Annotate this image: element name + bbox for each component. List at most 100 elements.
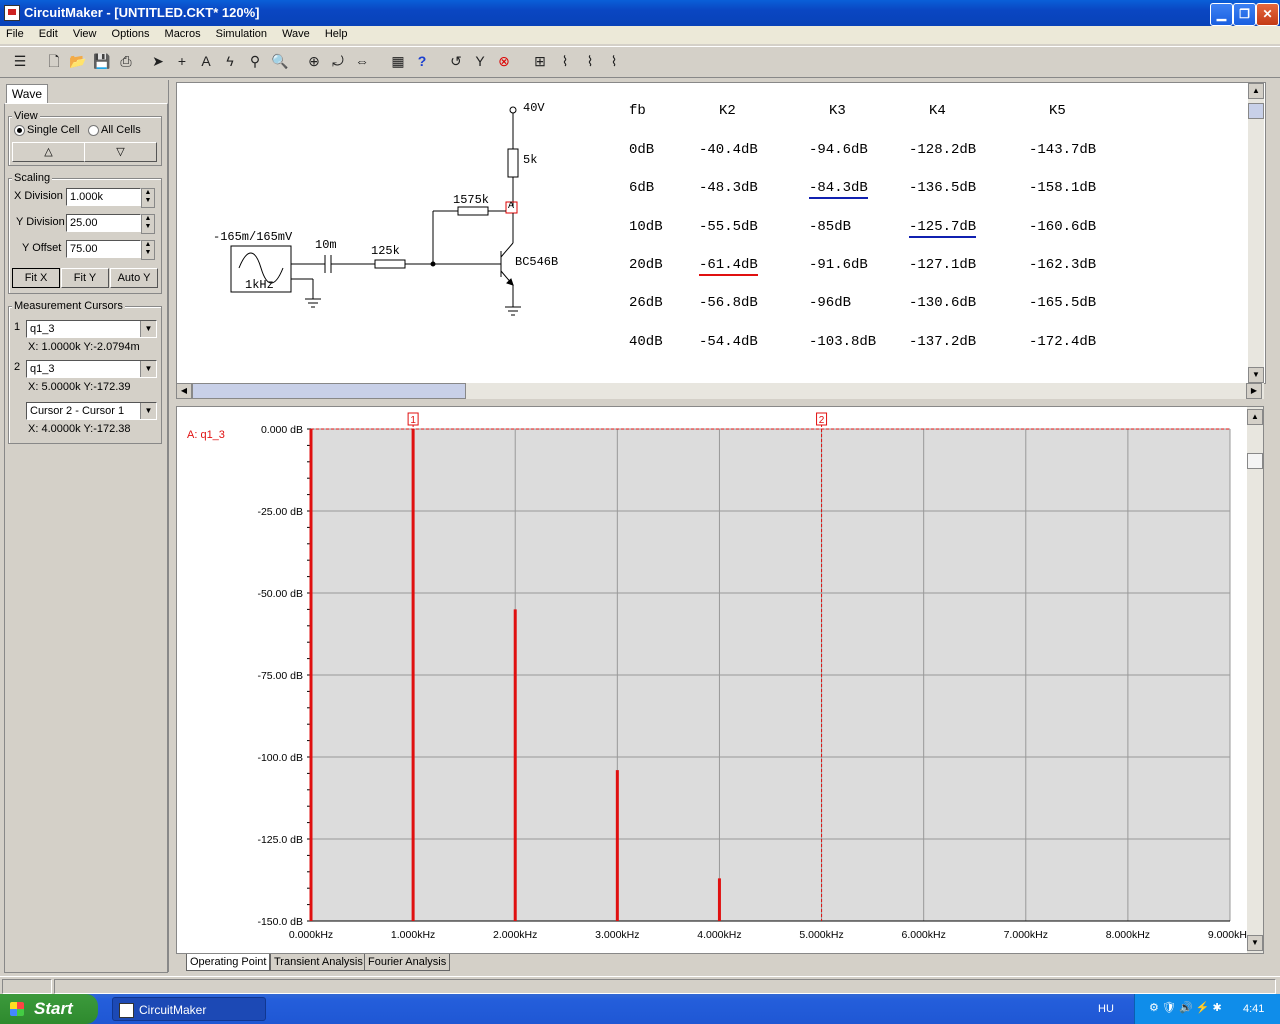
- wave-vscroll[interactable]: ▲ ▼: [1247, 407, 1263, 953]
- minimize-button[interactable]: ▁: [1210, 3, 1233, 26]
- analysis1-icon[interactable]: ⌇: [555, 51, 575, 71]
- menu-wave[interactable]: Wave: [276, 26, 316, 42]
- table-cell: -127.1dB: [909, 257, 977, 273]
- up-button[interactable]: △: [12, 142, 85, 162]
- step-icon[interactable]: Y: [470, 51, 490, 71]
- x-division-spinner[interactable]: ▲ ▼: [141, 188, 155, 208]
- auto-y-button[interactable]: Auto Y: [110, 268, 158, 288]
- taskbar: Start CircuitMaker HU ⚙ 🛡 🔊 ⚡ ✱ 4:41: [0, 994, 1280, 1024]
- new-file-icon[interactable]: 🗋: [44, 51, 64, 71]
- probe-icon[interactable]: ⚲: [245, 51, 265, 71]
- cursor2-readout: X: 5.0000k Y:-172.39: [28, 381, 131, 393]
- tab-operating-point[interactable]: Operating Point: [186, 954, 271, 971]
- print-icon[interactable]: ⎙: [116, 51, 136, 71]
- schematic-hscroll[interactable]: ◀ ▶: [176, 383, 1264, 399]
- schematic-canvas[interactable]: 40V 5k 1575k A BC546B 10m 125k -165m/165…: [176, 82, 1266, 384]
- help-icon[interactable]: ?: [412, 51, 432, 71]
- restore-button[interactable]: ❐: [1233, 3, 1256, 26]
- arrow-tool-icon[interactable]: ➤: [148, 51, 168, 71]
- panel-toggle-icon[interactable]: ☰: [10, 51, 30, 71]
- table-cell: -84.3dB: [809, 180, 868, 199]
- cursor1-select[interactable]: q1_3 ▼: [26, 320, 157, 338]
- table-header-k2: K2: [719, 103, 736, 119]
- window-title: CircuitMaker - [UNTITLED.CKT* 120%]: [24, 5, 260, 20]
- cursor-diff-select[interactable]: Cursor 2 - Cursor 1 ▼: [26, 402, 157, 420]
- chevron-down-icon: ▼: [1248, 367, 1264, 383]
- vcc-label: 40V: [523, 101, 545, 115]
- menu-macros[interactable]: Macros: [159, 26, 207, 42]
- table-cell: -130.6dB: [909, 295, 977, 311]
- cursor-label: 1: [410, 415, 416, 426]
- stop-icon[interactable]: ⊗: [494, 51, 514, 71]
- x-tick-label: 2.000kHz: [493, 929, 537, 941]
- table-header-k4: K4: [929, 103, 946, 119]
- close-button[interactable]: ✕: [1256, 3, 1279, 26]
- y-offset-spinner[interactable]: ▲ ▼: [141, 240, 155, 260]
- load-resistor-label: 5k: [523, 153, 538, 167]
- x-division-field[interactable]: 1.000k: [66, 188, 141, 206]
- table-cell: -55.5dB: [699, 219, 758, 235]
- table-cell: -103.8dB: [809, 334, 877, 350]
- analysis2-icon[interactable]: ⌇: [580, 51, 600, 71]
- waveform-display[interactable]: A: q1_3 0.000kHz 1.000kHz 2.000kHz 3.000kHz…: [176, 406, 1264, 954]
- scroll-thumb: [1248, 103, 1264, 119]
- analysis3-icon[interactable]: ⌇: [604, 51, 624, 71]
- x-tick-label: 1.000kHz: [391, 929, 435, 941]
- menu-view[interactable]: View: [67, 26, 103, 42]
- menu-help[interactable]: Help: [319, 26, 354, 42]
- text-tool-icon[interactable]: A: [196, 51, 216, 71]
- table-cell: -162.3dB: [1029, 257, 1097, 273]
- reset-icon[interactable]: ↺: [446, 51, 466, 71]
- zoom-icon[interactable]: 🔍: [270, 51, 290, 71]
- y-division-field[interactable]: 25.00: [66, 214, 141, 232]
- y-division-label: Y Division: [16, 216, 65, 228]
- lightning-icon[interactable]: ϟ: [220, 51, 240, 71]
- all-cells-radio[interactable]: All Cells: [88, 124, 141, 136]
- open-folder-icon[interactable]: 📂: [68, 51, 88, 71]
- y-offset-label: Y Offset: [22, 242, 62, 254]
- tab-wave[interactable]: Wave: [6, 84, 48, 103]
- tab-transient-analysis[interactable]: Transient Analysis: [270, 954, 367, 971]
- menu-file[interactable]: File: [0, 26, 30, 42]
- table-cell: -160.6dB: [1029, 219, 1097, 235]
- x-tick-label: 3.000kHz: [595, 929, 639, 941]
- single-cell-radio[interactable]: Single Cell: [14, 124, 80, 136]
- mirror-icon[interactable]: ⇔: [352, 51, 372, 71]
- zoom-fit-icon[interactable]: ⊕: [304, 51, 324, 71]
- fit-y-button[interactable]: Fit Y: [61, 268, 109, 288]
- y-division-spinner[interactable]: ▲ ▼: [141, 214, 155, 234]
- schematic-vscroll[interactable]: ▲ ▼: [1248, 83, 1264, 383]
- y-tick-label: 0.000 dB: [261, 424, 303, 436]
- tray-icons[interactable]: ⚙ 🛡 🔊 ⚡ ✱: [1149, 1001, 1222, 1014]
- wave-panel: Wave View Single Cell All Cells △ ▽ Scal…: [2, 80, 169, 973]
- y-tick-label: -75.00 dB: [257, 670, 303, 682]
- menu-bar: File Edit View Options Macros Simulation…: [0, 26, 1280, 44]
- y-offset-field[interactable]: 75.00: [66, 240, 141, 258]
- down-button[interactable]: ▽: [84, 142, 157, 162]
- x-tick-label: 5.000kHz: [799, 929, 843, 941]
- cursor2-select[interactable]: q1_3 ▼: [26, 360, 157, 378]
- parts-icon[interactable]: ▦: [388, 51, 408, 71]
- wave-window-icon[interactable]: ⊞: [530, 51, 550, 71]
- menu-options[interactable]: Options: [106, 26, 156, 42]
- x-tick-label: 6.000kHz: [901, 929, 945, 941]
- table-cell: 20dB: [629, 257, 663, 273]
- tab-fourier-analysis[interactable]: Fourier Analysis: [364, 954, 451, 971]
- table-cell: -56.8dB: [699, 295, 758, 311]
- rotate-icon[interactable]: ⤾: [328, 51, 348, 71]
- table-cell: -136.5dB: [909, 180, 977, 196]
- table-cell: 26dB: [629, 295, 663, 311]
- language-indicator[interactable]: HU: [1098, 1003, 1114, 1015]
- taskbar-item-circuitmaker[interactable]: CircuitMaker: [112, 997, 266, 1021]
- menu-simulation[interactable]: Simulation: [210, 26, 273, 42]
- table-cell: -91.6dB: [809, 257, 868, 273]
- x-tick-label: 9.000kHz: [1208, 929, 1247, 941]
- save-icon[interactable]: 💾: [92, 51, 112, 71]
- table-header-k3: K3: [829, 103, 846, 119]
- fit-x-button[interactable]: Fit X: [12, 268, 60, 288]
- wire-tool-icon[interactable]: +: [172, 51, 192, 71]
- start-button[interactable]: Start: [0, 994, 98, 1024]
- transistor-label: BC546B: [515, 255, 559, 269]
- menu-edit[interactable]: Edit: [33, 26, 64, 42]
- source-frequency-label: 1kHz: [245, 278, 274, 292]
